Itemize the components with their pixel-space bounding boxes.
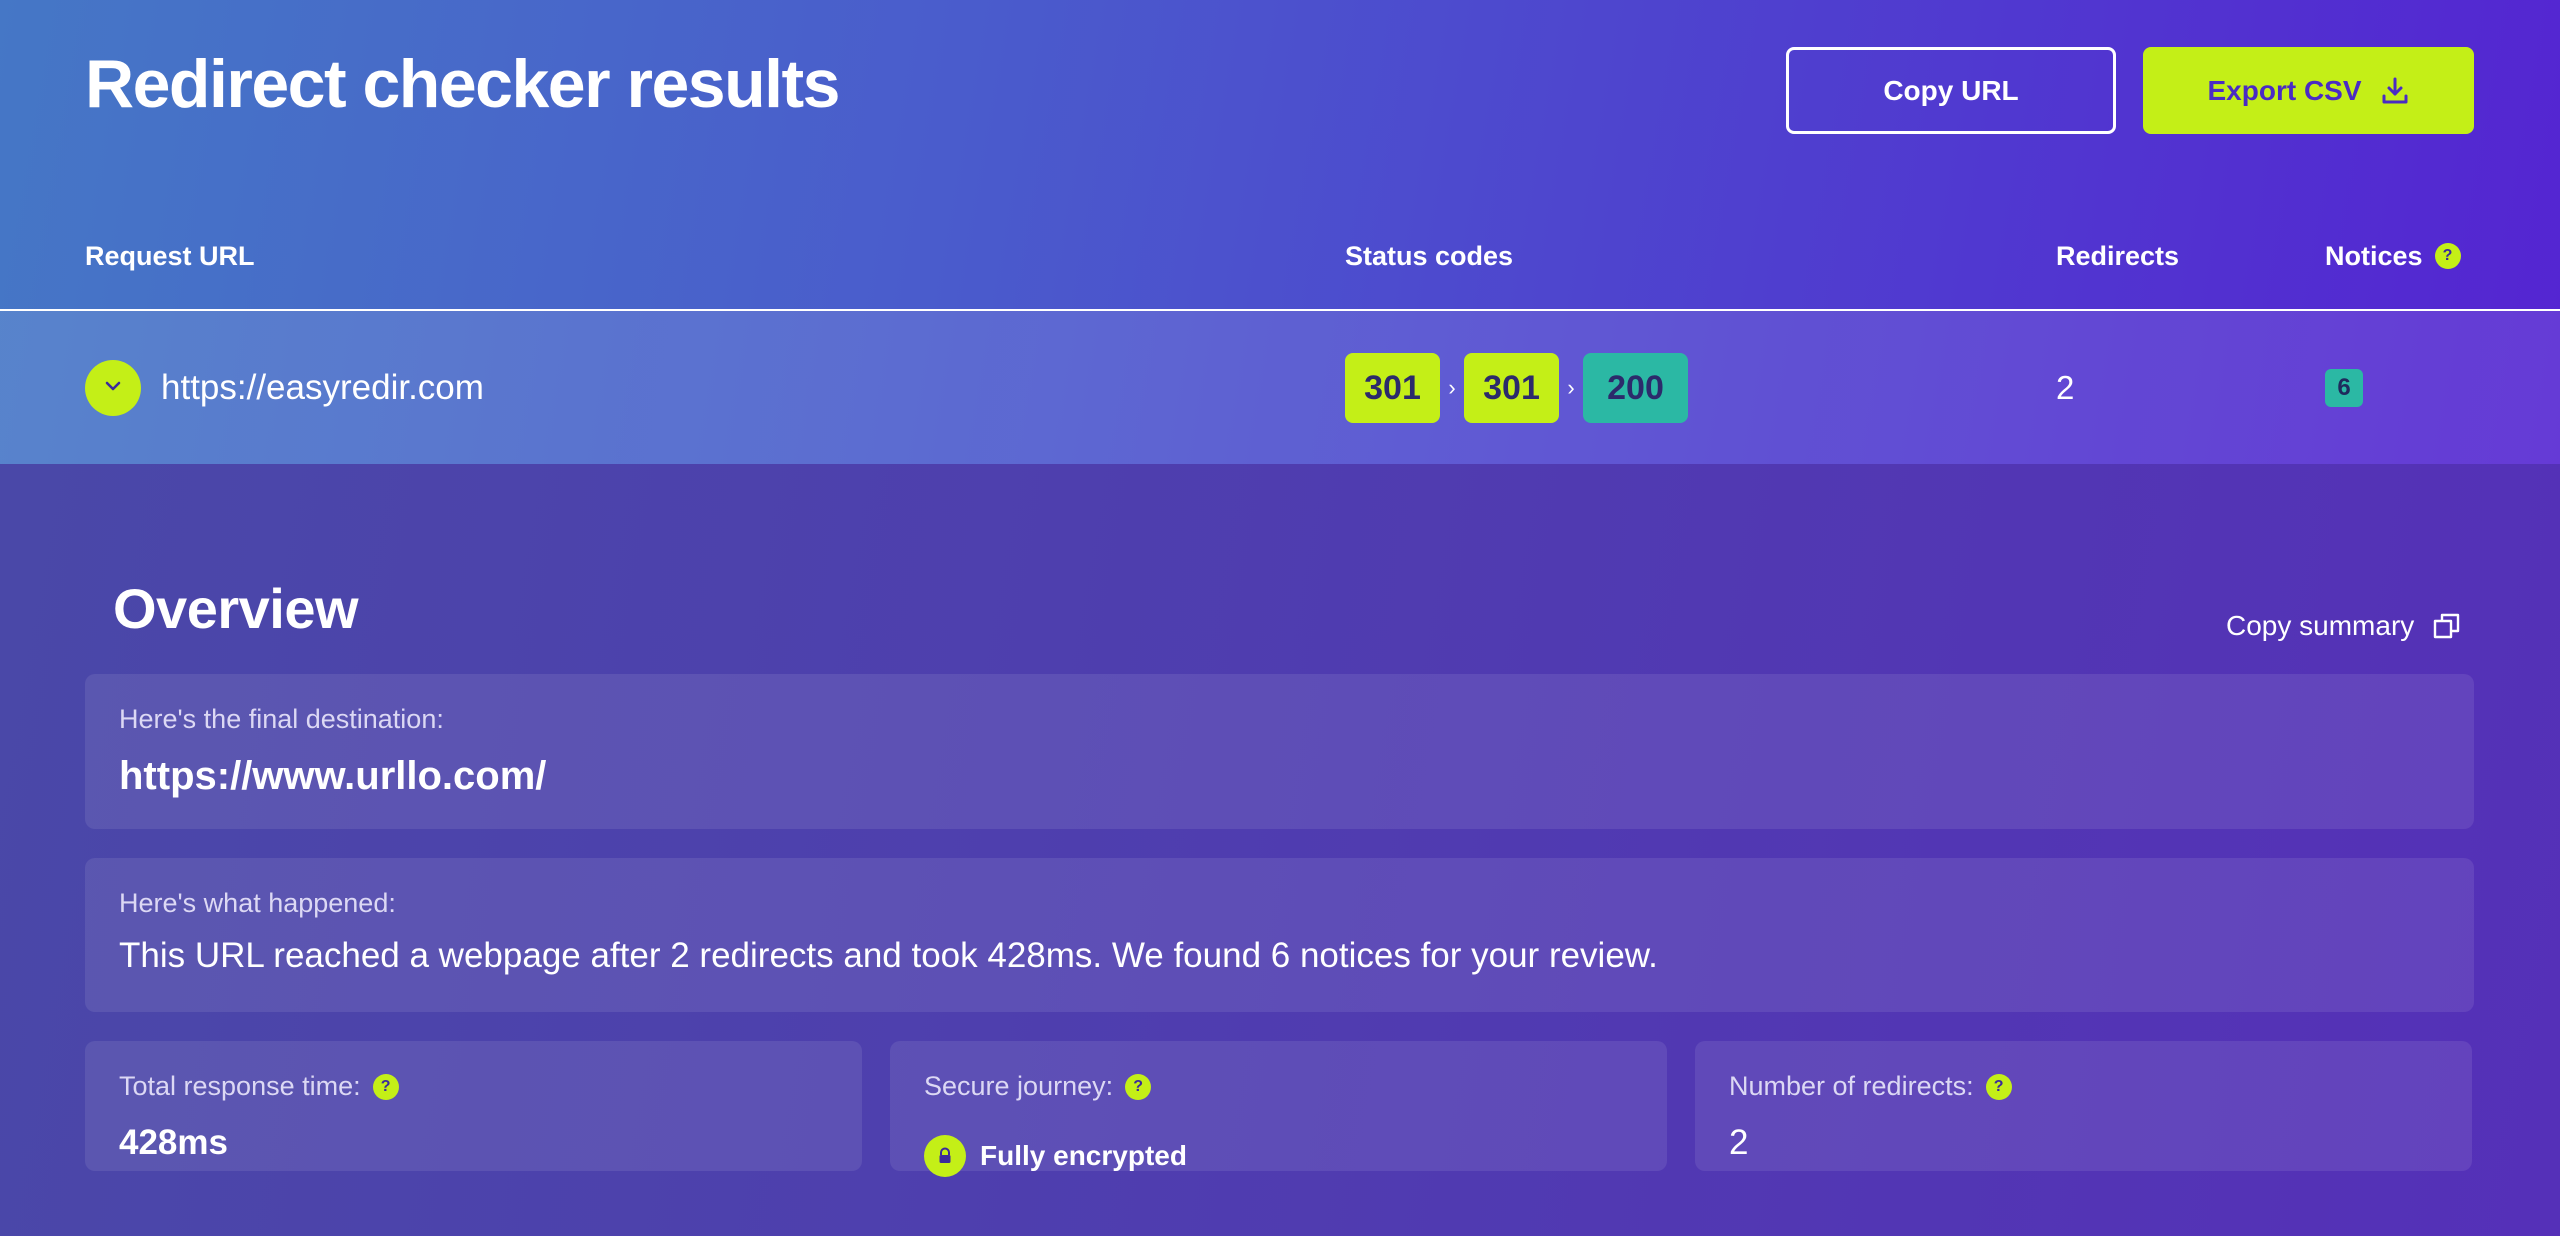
total-response-time-card: Total response time: ? 428ms (85, 1041, 862, 1171)
download-icon (2380, 76, 2410, 106)
total-response-time-label-row: Total response time: ? (119, 1071, 399, 1102)
copy-summary-button[interactable]: Copy summary (2226, 610, 2462, 642)
expand-row-button[interactable] (85, 360, 141, 416)
notices-count-badge[interactable]: 6 (2325, 369, 2363, 407)
help-icon[interactable]: ? (372, 1073, 399, 1100)
redirects-count: 2 (2056, 369, 2075, 406)
secure-journey-label: Secure journey: (924, 1071, 1114, 1101)
secure-journey-label-row: Secure journey: ? (924, 1071, 1152, 1102)
final-destination-card: Here's the final destination: https://ww… (85, 674, 2474, 829)
number-of-redirects-label: Number of redirects: (1729, 1071, 1974, 1101)
column-header-notices: Notices ? (2325, 240, 2461, 272)
secure-journey-value: Fully encrypted (980, 1140, 1187, 1171)
help-icon[interactable]: ? (1125, 1073, 1152, 1100)
lock-icon (924, 1135, 966, 1177)
chevron-right-icon: › (1567, 375, 1575, 400)
status-code-badge: 301 (1345, 353, 1440, 423)
what-happened-text: This URL reached a webpage after 2 redir… (119, 936, 1658, 975)
total-response-time-value: 428ms (119, 1123, 228, 1162)
overview-panel: Overview Copy summary Here's the final d… (0, 464, 2560, 1236)
results-header-area: Redirect checker results Copy URL Export… (0, 0, 2560, 464)
column-header-redirects: Redirects (2056, 241, 2180, 271)
page-title: Redirect checker results (85, 46, 840, 122)
export-csv-label: Export CSV (2207, 74, 2362, 106)
copy-summary-label: Copy summary (2226, 610, 2415, 641)
status-code-badge: 301 (1464, 353, 1559, 423)
column-header-notices-label: Notices (2325, 241, 2423, 271)
chevron-down-icon (101, 374, 125, 403)
copy-icon (2432, 611, 2462, 641)
what-happened-card: Here's what happened: This URL reached a… (85, 858, 2474, 1012)
copy-url-button[interactable]: Copy URL (1786, 47, 2116, 134)
column-header-request-url: Request URL (85, 241, 255, 271)
number-of-redirects-card: Number of redirects: ? 2 (1695, 1041, 2472, 1171)
total-response-time-label: Total response time: (119, 1071, 361, 1101)
copy-url-label: Copy URL (1883, 74, 2019, 106)
request-url: https://easyredir.com (161, 368, 484, 407)
status-code-badge: 200 (1583, 353, 1688, 423)
chevron-right-icon: › (1448, 375, 1456, 400)
help-icon[interactable]: ? (1985, 1073, 2012, 1100)
status-code-chain: 301 › 301 › 200 (1345, 353, 1688, 423)
export-csv-button[interactable]: Export CSV (2143, 47, 2474, 134)
column-header-status-codes: Status codes (1345, 241, 1514, 271)
number-of-redirects-value: 2 (1729, 1123, 1749, 1162)
what-happened-label: Here's what happened: (119, 888, 396, 918)
final-destination-label: Here's the final destination: (119, 704, 444, 734)
number-of-redirects-label-row: Number of redirects: ? (1729, 1071, 2012, 1102)
help-icon[interactable]: ? (2434, 243, 2461, 269)
final-destination-url: https://www.urllo.com/ (119, 754, 547, 798)
table-row: https://easyredir.com 301 › 301 › 200 2 … (0, 311, 2560, 464)
overview-title: Overview (113, 577, 359, 640)
secure-journey-card: Secure journey: ? Fully encrypted (890, 1041, 1667, 1177)
secure-journey-value-row: Fully encrypted (924, 1135, 1187, 1177)
